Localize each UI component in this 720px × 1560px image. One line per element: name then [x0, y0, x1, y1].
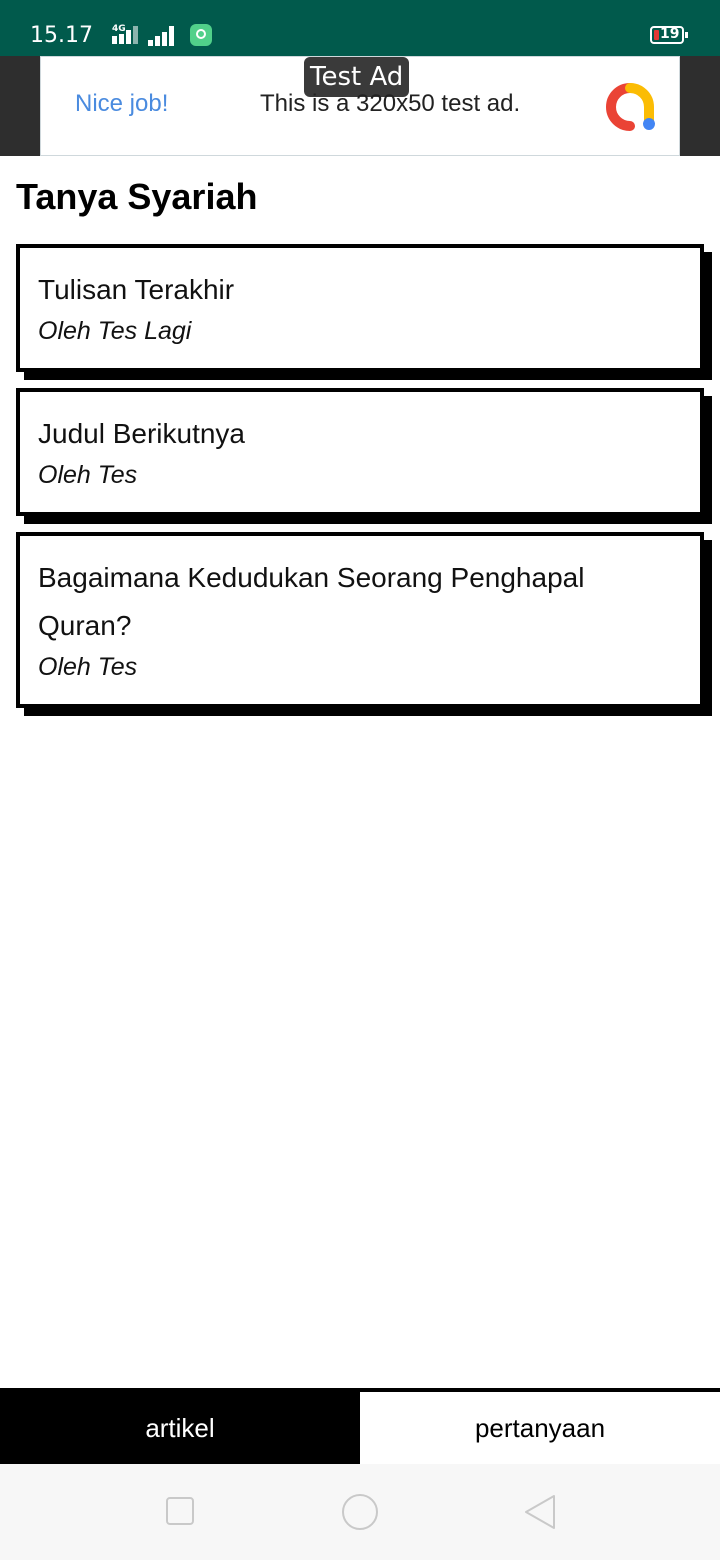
bottom-tab-bar: artikel pertanyaan	[0, 1388, 720, 1464]
article-card[interactable]: Bagaimana Kedudukan Seorang Penghapal Qu…	[16, 532, 704, 708]
article-title: Judul Berikutnya	[38, 418, 246, 449]
battery-icon: 19	[650, 26, 688, 44]
notification-app-icon	[190, 24, 212, 46]
article-title: Tulisan Terakhir	[38, 274, 235, 305]
page-title: Tanya Syariah	[16, 176, 258, 217]
signal-strength-icon	[148, 26, 180, 46]
ad-headline[interactable]: Nice job!	[75, 90, 168, 118]
tab-artikel[interactable]: artikel	[0, 1392, 360, 1464]
article-card[interactable]: Tulisan Terakhir Oleh Tes Lagi	[16, 244, 704, 372]
system-nav-bar	[0, 1464, 720, 1560]
article-author: Oleh Tes	[38, 653, 138, 681]
status-time: 15.17	[30, 23, 93, 48]
recents-square-icon[interactable]	[166, 1497, 194, 1525]
back-triangle-icon[interactable]	[522, 1492, 558, 1532]
status-bar: 15.17 4G 19	[0, 0, 720, 56]
home-circle-icon[interactable]	[342, 1494, 378, 1530]
tab-pertanyaan[interactable]: pertanyaan	[360, 1392, 720, 1464]
network-label: 4G	[112, 24, 126, 34]
ad-logo-icon[interactable]	[603, 82, 657, 132]
article-card[interactable]: Judul Berikutnya Oleh Tes	[16, 388, 704, 516]
article-author: Oleh Tes Lagi	[38, 317, 192, 345]
article-title: Bagaimana Kedudukan Seorang Penghapal Qu…	[38, 562, 585, 641]
article-author: Oleh Tes	[38, 461, 138, 489]
ad-body-text[interactable]: This is a 320x50 test ad.	[260, 90, 520, 118]
battery-level: 19	[660, 26, 680, 42]
